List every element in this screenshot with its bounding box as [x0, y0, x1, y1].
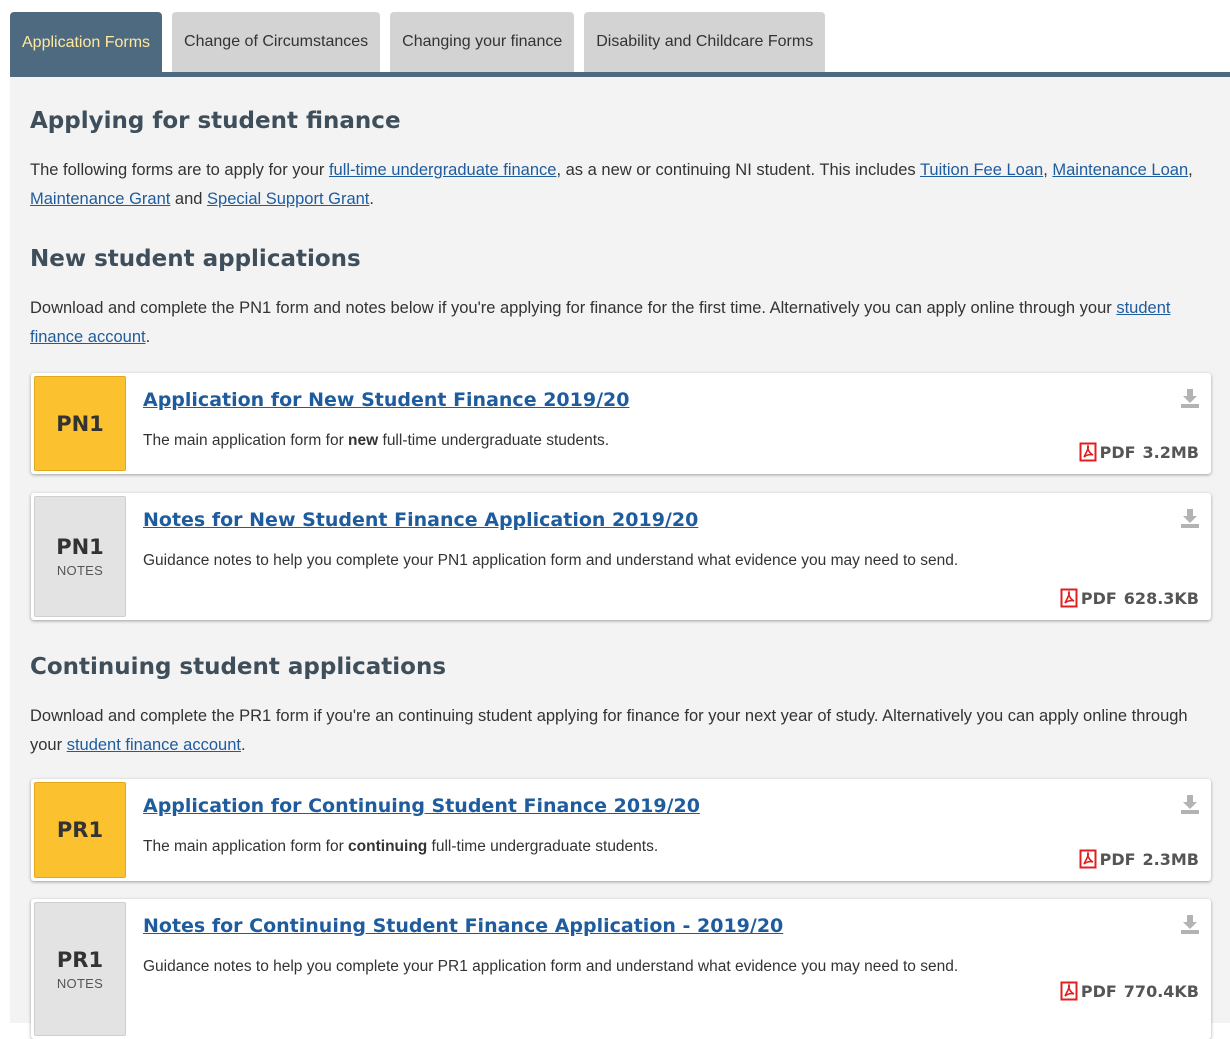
download-icon[interactable] — [1179, 507, 1201, 529]
description-text: full-time undergraduate students. — [427, 838, 658, 855]
description-text: full-time undergraduate students. — [378, 432, 609, 449]
form-description: The main application form for continuing… — [143, 833, 1043, 861]
form-title-link[interactable]: Notes for New Student Finance Applicatio… — [143, 509, 698, 531]
description-emphasis: continuing — [348, 838, 427, 855]
form-code-subtitle: NOTES — [57, 976, 103, 991]
pdf-icon — [1079, 849, 1097, 869]
intro-text: . — [241, 736, 246, 754]
file-info: PDF 3.2MB — [1079, 442, 1199, 462]
form-code-badge: PR1 — [34, 782, 126, 878]
file-size: 770.4KB — [1124, 982, 1199, 1001]
form-code-badge: PN1 — [34, 376, 126, 471]
file-size: 2.3MB — [1143, 850, 1199, 869]
tab-changing-your-finance[interactable]: Changing your finance — [390, 12, 574, 72]
file-info: PDF 770.4KB — [1060, 981, 1199, 1001]
form-code: PN1 — [56, 535, 104, 559]
intro-applying: The following forms are to apply for you… — [30, 156, 1206, 214]
description-text: The main application form for — [143, 432, 348, 449]
description-emphasis: new — [348, 432, 378, 449]
file-info: PDF 628.3KB — [1060, 588, 1199, 608]
link-special-support-grant[interactable]: Special Support Grant — [207, 190, 369, 208]
tab-application-forms[interactable]: Application Forms — [10, 12, 162, 74]
form-description: The main application form for new full-t… — [143, 427, 1043, 455]
intro-text: The following forms are to apply for you… — [30, 161, 329, 179]
intro-text: and — [170, 190, 207, 208]
heading-continuing-student-applications: Continuing student applications — [30, 654, 446, 680]
tab-panel: Applying for student finance The followi… — [10, 77, 1230, 1023]
description-text: Guidance notes to help you complete your… — [143, 552, 958, 569]
intro-text: . — [369, 190, 374, 208]
intro-text: , — [1188, 161, 1193, 179]
file-size: 628.3KB — [1124, 589, 1199, 608]
download-icon[interactable] — [1179, 387, 1201, 409]
form-title-link[interactable]: Application for New Student Finance 2019… — [143, 389, 629, 411]
link-full-time-undergraduate-finance[interactable]: full-time undergraduate finance — [329, 161, 556, 179]
file-type: PDF — [1100, 850, 1136, 869]
form-code-badge: PN1 NOTES — [34, 496, 126, 617]
intro-text: , — [1043, 161, 1052, 179]
intro-new-student: Download and complete the PN1 form and n… — [30, 294, 1206, 352]
pdf-icon — [1060, 981, 1078, 1001]
tab-bar: Application Forms Change of Circumstance… — [10, 12, 835, 74]
form-code-subtitle: NOTES — [57, 563, 103, 578]
heading-applying: Applying for student finance — [30, 108, 401, 134]
pdf-icon — [1060, 588, 1078, 608]
form-card-pn1: PN1 Application for New Student Finance … — [31, 373, 1211, 474]
form-title-link[interactable]: Application for Continuing Student Finan… — [143, 795, 700, 817]
form-title-link[interactable]: Notes for Continuing Student Finance App… — [143, 915, 783, 937]
link-tuition-fee-loan[interactable]: Tuition Fee Loan — [920, 161, 1043, 179]
form-card-pr1: PR1 Application for Continuing Student F… — [31, 779, 1211, 881]
intro-text: . — [146, 328, 151, 346]
description-text: The main application form for — [143, 838, 348, 855]
download-icon[interactable] — [1179, 793, 1201, 815]
form-code: PR1 — [57, 948, 103, 972]
form-card-pn1-notes: PN1 NOTES Notes for New Student Finance … — [31, 493, 1211, 620]
download-icon[interactable] — [1179, 913, 1201, 935]
file-type: PDF — [1081, 982, 1117, 1001]
form-code: PR1 — [57, 818, 103, 842]
heading-new-student-applications: New student applications — [30, 246, 361, 272]
form-code: PN1 — [56, 412, 104, 436]
file-type: PDF — [1081, 589, 1117, 608]
form-description: Guidance notes to help you complete your… — [143, 953, 1043, 981]
form-card-pr1-notes: PR1 NOTES Notes for Continuing Student F… — [31, 899, 1211, 1039]
file-info: PDF 2.3MB — [1079, 849, 1199, 869]
tab-disability-and-childcare-forms[interactable]: Disability and Childcare Forms — [584, 12, 825, 72]
file-size: 3.2MB — [1143, 443, 1199, 462]
form-code-badge: PR1 NOTES — [34, 902, 126, 1036]
pdf-icon — [1079, 442, 1097, 462]
tab-change-of-circumstances[interactable]: Change of Circumstances — [172, 12, 380, 72]
intro-text: , as a new or continuing NI student. Thi… — [556, 161, 920, 179]
file-type: PDF — [1100, 443, 1136, 462]
intro-text: Download and complete the PN1 form and n… — [30, 299, 1116, 317]
intro-continuing-student: Download and complete the PR1 form if yo… — [30, 702, 1206, 760]
link-student-finance-account[interactable]: student finance account — [67, 736, 241, 754]
link-maintenance-loan[interactable]: Maintenance Loan — [1052, 161, 1188, 179]
link-maintenance-grant[interactable]: Maintenance Grant — [30, 190, 170, 208]
form-description: Guidance notes to help you complete your… — [143, 547, 1043, 575]
description-text: Guidance notes to help you complete your… — [143, 958, 958, 975]
